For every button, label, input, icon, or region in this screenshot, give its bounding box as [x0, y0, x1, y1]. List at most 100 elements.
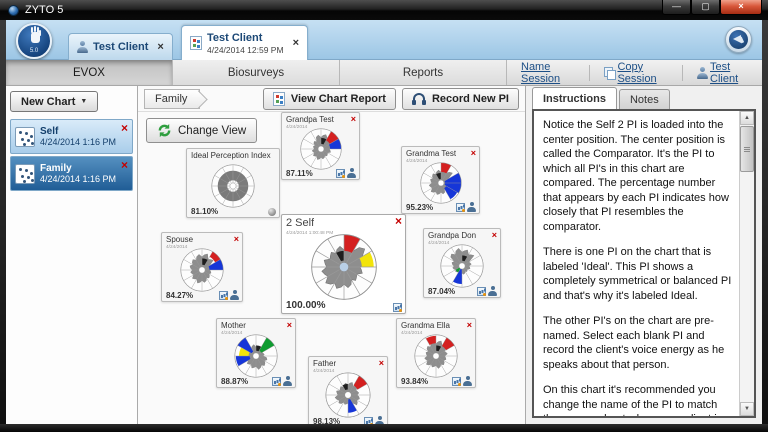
pi-percent: 84.27%: [166, 291, 193, 300]
close-pi-icon[interactable]: ×: [395, 217, 402, 225]
pi-percent: 95.23%: [406, 203, 433, 212]
pi-settings-icon[interactable]: [393, 303, 402, 312]
pi-chart-grandma-ella[interactable]: Grandma Ella×4/24/201493.84%: [396, 318, 476, 388]
tab-instructions[interactable]: Instructions: [532, 87, 617, 109]
pi-chart-ideal[interactable]: Ideal Perception Index 81.10%: [186, 148, 280, 218]
close-button[interactable]: ×: [720, 0, 762, 15]
record-new-pi-label: Record New PI: [432, 93, 509, 105]
pi-settings-icon[interactable]: [272, 377, 281, 386]
delete-chart-icon[interactable]: ×: [121, 160, 128, 170]
announcement-button[interactable]: [725, 26, 752, 53]
view-chart-report-button[interactable]: View Chart Report: [263, 88, 396, 110]
window-title: ZYTO 5: [25, 4, 63, 16]
pi-chart-title: Mother: [221, 321, 246, 330]
pi-percent: 98.13%: [313, 417, 340, 424]
client-tab-date: 4/24/2014 12:59 PM: [207, 45, 284, 55]
instructions-tabs: Instructions Notes: [526, 86, 762, 109]
pi-chart-spouse[interactable]: Spouse×4/24/201484.27%: [161, 232, 243, 302]
pi-chart-header: Ideal Perception Index: [191, 151, 276, 160]
close-pi-icon[interactable]: ×: [379, 359, 384, 367]
close-pi-icon[interactable]: ×: [287, 321, 292, 329]
tab-reports[interactable]: Reports: [340, 60, 507, 85]
pi-chart-header: Grandpa Test ×: [286, 115, 356, 124]
record-voice-icon[interactable]: [283, 376, 292, 386]
close-pi-icon[interactable]: ×: [351, 115, 356, 123]
chart-thumbnail-icon: [15, 164, 35, 184]
zyto-logo: 5.0: [16, 23, 52, 59]
new-chart-button[interactable]: New Chart ▼: [10, 91, 98, 112]
record-voice-icon[interactable]: [488, 286, 497, 296]
pi-settings-icon[interactable]: [456, 203, 465, 212]
new-chart-label: New Chart: [21, 96, 75, 108]
logo-version-text: 5.0: [18, 48, 50, 54]
copy-icon: [604, 67, 612, 78]
test-client-label: Test Client: [710, 61, 748, 85]
test-client-link[interactable]: Test Client: [682, 65, 762, 81]
pi-percent: 81.10%: [191, 207, 218, 216]
change-view-button[interactable]: Change View: [146, 118, 257, 143]
tab-biosurveys[interactable]: Biosurveys: [173, 60, 340, 85]
record-voice-icon[interactable]: [467, 202, 476, 212]
close-icon[interactable]: ×: [157, 41, 163, 53]
pi-chart-header: Spouse×: [166, 235, 239, 244]
pi-chart-mother[interactable]: Mother×4/24/201488.87%: [216, 318, 296, 388]
delete-chart-icon[interactable]: ×: [121, 123, 128, 133]
content-area: New Chart ▼ Self 4/24/2014 1:16 PM × Fam…: [6, 86, 762, 424]
close-pi-icon[interactable]: ×: [234, 235, 239, 243]
pi-percent: 87.11%: [286, 169, 313, 178]
instructions-text: Notice the Self 2 PI is loaded into the …: [534, 111, 738, 416]
pi-settings-icon[interactable]: [477, 287, 486, 296]
record-new-pi-button[interactable]: Record New PI: [402, 88, 519, 110]
pi-settings-icon[interactable]: [219, 291, 228, 300]
headset-icon: [412, 93, 426, 105]
pi-chart-grandpa-don[interactable]: Grandpa Don×4/24/201487.04%: [423, 228, 501, 298]
pi-action-icons: [336, 168, 356, 178]
breadcrumb[interactable]: Family: [144, 89, 200, 109]
tab-notes[interactable]: Notes: [619, 89, 670, 109]
pi-chart-grandma-test[interactable]: Grandma Test×4/24/201495.23%: [401, 146, 480, 214]
scroll-up-icon[interactable]: ▲: [740, 111, 754, 125]
sidebar-item-self[interactable]: Self 4/24/2014 1:16 PM ×: [10, 119, 133, 154]
record-voice-icon[interactable]: [347, 168, 356, 178]
pi-chart-self[interactable]: 2 Self×4/24/2014 1:00:48 PM100.00%: [281, 214, 406, 314]
scroll-down-icon[interactable]: ▼: [740, 402, 754, 416]
pi-action-icons: [456, 202, 476, 212]
name-session-link[interactable]: Name Session: [507, 65, 589, 81]
person-icon: [697, 67, 705, 79]
pi-settings-icon[interactable]: [364, 417, 373, 424]
pi-chart-title: Grandma Ella: [401, 321, 450, 330]
tab-evox[interactable]: EVOX: [6, 60, 173, 85]
chart-item-date: 4/24/2014 1:16 PM: [40, 174, 116, 184]
sidebar-item-family[interactable]: Family 4/24/2014 1:16 PM ×: [10, 156, 133, 191]
client-tab-active[interactable]: Test Client 4/24/2014 12:59 PM ×: [181, 25, 308, 60]
instructions-paragraph: Notice the Self 2 PI is loaded into the …: [543, 118, 732, 234]
maximize-button[interactable]: ▢: [691, 0, 720, 15]
pi-chart-grandpa-test[interactable]: Grandpa Test×4/24/201487.11%: [281, 112, 360, 180]
record-voice-icon[interactable]: [463, 376, 472, 386]
pi-chart-title: Grandpa Test: [286, 115, 334, 124]
record-voice-icon[interactable]: [230, 290, 239, 300]
close-pi-icon[interactable]: ×: [467, 321, 472, 329]
chart-toolbar: Family View Chart Report Record New PI: [138, 86, 525, 112]
megaphone-icon: [729, 30, 748, 49]
copy-session-link[interactable]: Copy Session: [589, 65, 682, 81]
close-icon[interactable]: ×: [293, 37, 299, 49]
pi-percent: 100.00%: [286, 300, 325, 311]
pi-chart-title: Father: [313, 359, 336, 368]
pi-settings-icon[interactable]: [452, 377, 461, 386]
scrollbar[interactable]: ▲ ▼: [739, 111, 754, 416]
client-tab-label: Test Client: [207, 32, 284, 44]
record-voice-icon[interactable]: [375, 416, 384, 424]
close-pi-icon[interactable]: ×: [492, 231, 497, 239]
pi-action-icons: [219, 290, 239, 300]
pi-settings-icon[interactable]: [336, 169, 345, 178]
pi-action-icons: [272, 376, 292, 386]
pi-chart-father[interactable]: Father×4/24/201498.13%: [308, 356, 388, 424]
scrollbar-thumb[interactable]: [740, 126, 754, 172]
close-pi-icon[interactable]: ×: [471, 149, 476, 157]
pi-percent: 87.04%: [428, 287, 455, 296]
pi-radar-chart: [217, 333, 295, 378]
pi-radar-chart: [397, 333, 475, 378]
minimize-button[interactable]: —: [662, 0, 691, 15]
client-tab-inactive[interactable]: Test Client ×: [68, 33, 173, 60]
